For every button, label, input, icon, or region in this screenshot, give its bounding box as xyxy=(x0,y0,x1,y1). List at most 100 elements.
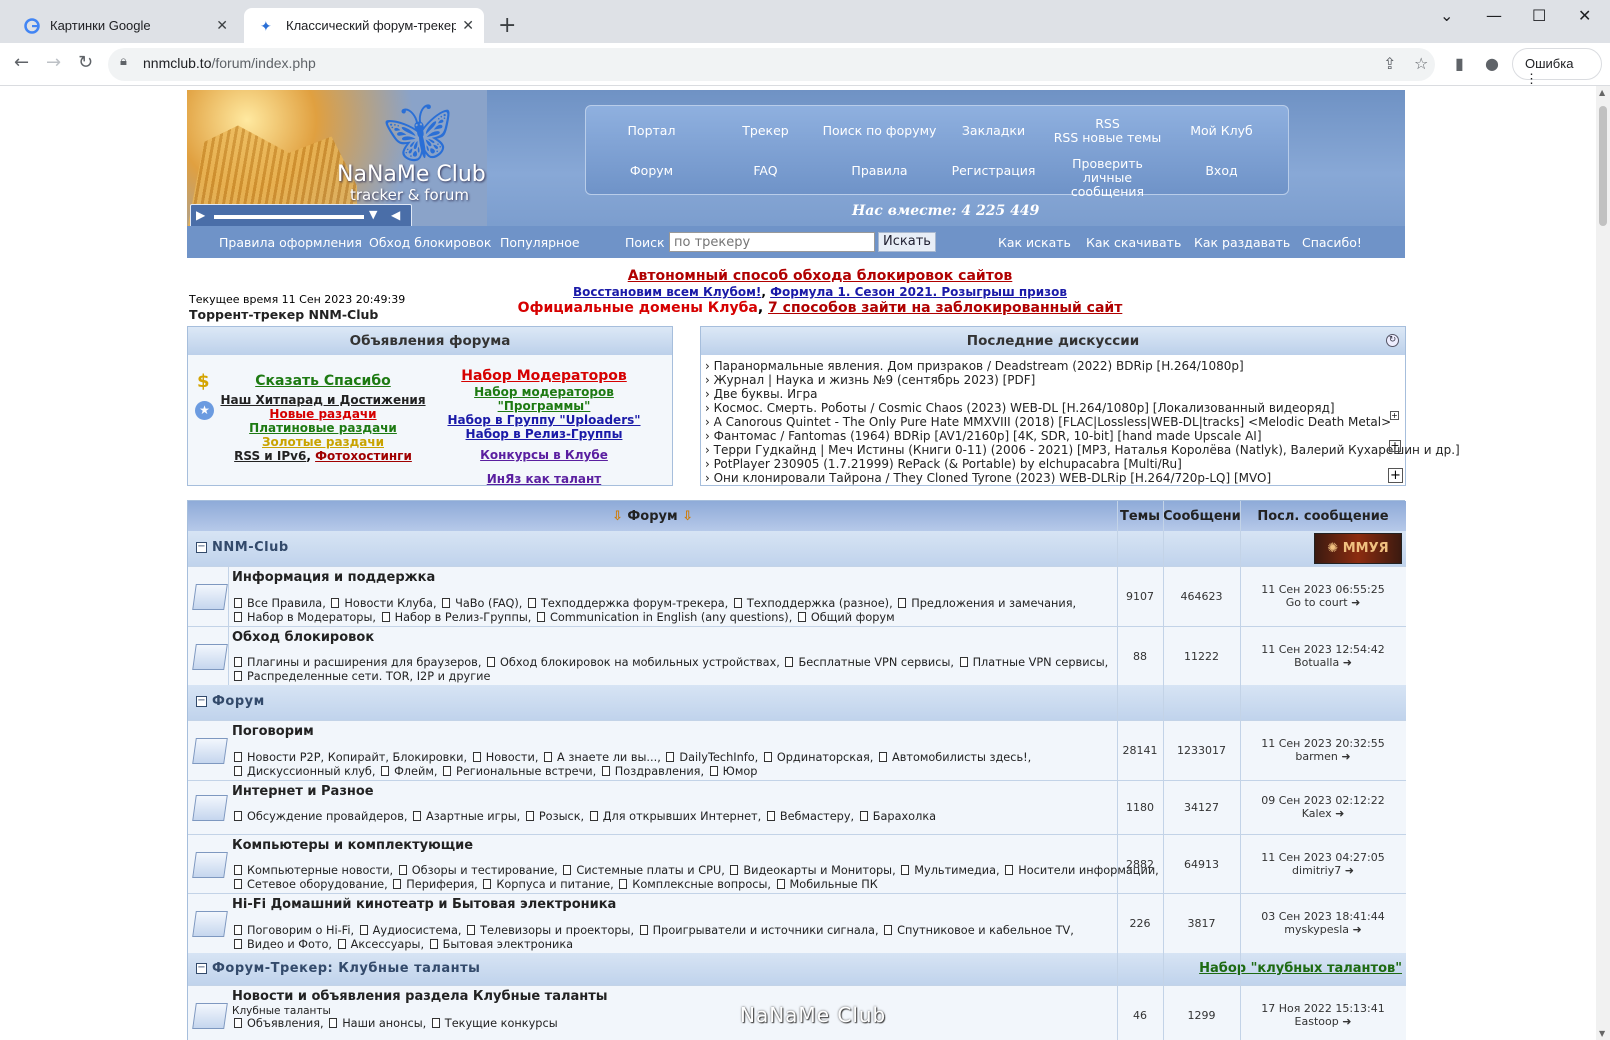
official-domains-link[interactable]: Официальные домены Клуба xyxy=(518,300,758,316)
menu-my-club[interactable]: Мой Клуб xyxy=(1164,124,1279,138)
last-post-user[interactable]: Eastoop xyxy=(1295,1015,1339,1028)
subforum-link[interactable]: Автомобилисты здесь!, xyxy=(892,751,1031,764)
subforum-link[interactable]: Текущие конкурсы xyxy=(445,1017,558,1030)
subforum-link[interactable]: Мультимедиа, xyxy=(914,864,999,877)
subforum-link[interactable]: Новости P2P, Копирайт, Блокировки, xyxy=(247,751,467,764)
volume-icon[interactable]: ◀ xyxy=(391,208,400,222)
subforum-link[interactable]: Юмор xyxy=(723,765,758,778)
search-button[interactable]: Искать xyxy=(878,232,936,252)
back-icon[interactable]: ← xyxy=(14,52,29,73)
discussion-item[interactable]: › Терри Гудкайнд | Меч Истины (Книги 0-1… xyxy=(705,443,1460,457)
subforum-link[interactable]: Бесплатные VPN сервисы, xyxy=(798,656,954,669)
goto-post-icon[interactable]: ➜ xyxy=(1341,750,1350,763)
close-tab-icon[interactable]: ✕ xyxy=(216,17,228,34)
discussion-item[interactable]: › A Canorous Quintet - The Only Pure Hat… xyxy=(705,415,1391,429)
restore-club-link[interactable]: Восстановим всем Клубом! xyxy=(573,285,761,299)
share-icon[interactable]: ⇪ xyxy=(1383,54,1396,73)
subforum-link[interactable]: Спутниковое и кабельное TV, xyxy=(897,924,1074,937)
subforum-link[interactable]: Техподдержка (разное), xyxy=(747,597,893,610)
subforum-link[interactable]: Корпуса и питание, xyxy=(496,878,613,891)
subforum-link[interactable]: Азартные игры, xyxy=(426,810,520,823)
subforum-link[interactable]: Объявления, xyxy=(247,1017,324,1030)
tab-nnmclub[interactable]: ✦ Классический форум-трекер :: N ✕ xyxy=(244,8,484,43)
programs-moderators-link[interactable]: Набор модераторов "Программы" xyxy=(474,385,614,413)
subforum-link[interactable]: Техподдержка форум-трекера, xyxy=(541,597,728,610)
audio-player[interactable]: ▶ ▼ ◀ xyxy=(190,204,412,228)
subforum-link[interactable]: Обзоры и тестирование, xyxy=(412,864,558,877)
url-text[interactable]: nnmclub.to/forum/index.php xyxy=(143,55,316,71)
link-formatting-rules[interactable]: Правила оформления xyxy=(219,235,362,250)
subforum-link[interactable]: Телевизоры и проекторы, xyxy=(480,924,634,937)
gold-releases-link[interactable]: Золотые раздачи xyxy=(262,435,384,449)
refresh-icon[interactable]: ↻ xyxy=(1386,334,1399,347)
forum-title[interactable]: Поговорим xyxy=(232,724,314,739)
uploaders-link[interactable]: Набор в Группу "Uploaders" xyxy=(447,413,640,427)
subforum-link[interactable]: Поздравления, xyxy=(615,765,704,778)
goto-post-icon[interactable]: ➜ xyxy=(1335,807,1344,820)
discussion-item[interactable]: › Две буквы. Игра xyxy=(705,387,817,401)
tab-search-icon[interactable]: ⌄ xyxy=(1440,6,1453,25)
menu-portal[interactable]: Портал xyxy=(594,124,709,138)
minimize-icon[interactable]: — xyxy=(1486,6,1502,25)
goto-post-icon[interactable]: ➜ xyxy=(1342,1015,1351,1028)
talents-recruit-link[interactable]: Набор "клубных талантов" xyxy=(1199,961,1402,976)
forward-icon[interactable]: → xyxy=(46,52,61,73)
collapse-icon[interactable]: − xyxy=(196,696,207,707)
hitparade-link[interactable]: Наш Хитпарад и Достижения xyxy=(220,393,425,407)
languages-talent-link[interactable]: ИнЯз как талант xyxy=(487,472,601,486)
bookmark-star-icon[interactable]: ☆ xyxy=(1414,54,1428,73)
link-how-download[interactable]: Как скачивать xyxy=(1086,235,1181,250)
reload-icon[interactable]: ↻ xyxy=(78,52,93,73)
subforum-link[interactable]: Розыск, xyxy=(539,810,584,823)
subforum-link[interactable]: Все Правила, xyxy=(247,597,326,610)
category-title[interactable]: Форум xyxy=(212,694,265,709)
discussion-item[interactable]: › Космос. Смерть. Роботы / Cosmic Chaos … xyxy=(705,401,1335,415)
goto-post-icon[interactable]: ➜ xyxy=(1351,596,1360,609)
menu-tracker[interactable]: Трекер xyxy=(708,124,823,138)
menu-forum[interactable]: Форум xyxy=(594,164,709,178)
discussion-item[interactable]: › Журнал | Наука и жизнь №9 (сентябрь 20… xyxy=(705,373,1035,387)
subforum-link[interactable]: Аудиосистема, xyxy=(373,924,462,937)
maximize-icon[interactable]: ☐ xyxy=(1532,6,1546,25)
subforum-link[interactable]: А знаете ли вы..., xyxy=(557,751,661,764)
subforum-link[interactable]: Обсуждение провайдеров, xyxy=(247,810,407,823)
scroll-down-icon[interactable]: ▼ xyxy=(1599,1029,1605,1038)
expand-icon[interactable]: + xyxy=(1390,411,1399,420)
menu-forum-search[interactable]: Поиск по форуму xyxy=(822,124,937,138)
forum-title[interactable]: Компьютеры и комплектующие xyxy=(232,838,473,853)
subforum-link[interactable]: DailyTechInfo, xyxy=(679,751,758,764)
link-bypass-blocks[interactable]: Обход блокировок xyxy=(369,235,491,250)
forum-title[interactable]: Интернет и Разное xyxy=(232,784,374,799)
menu-rules[interactable]: Правила xyxy=(822,164,937,178)
category-club-talents[interactable]: − Форум-Трекер: Клубные таланты Набор "к… xyxy=(188,953,1406,985)
formula1-link[interactable]: Формула 1. Сезон 2021. Розыгрыш призов xyxy=(770,285,1067,299)
forum-title[interactable]: Информация и поддержка xyxy=(232,570,435,585)
menu-bookmarks[interactable]: Закладки xyxy=(936,124,1051,138)
last-post-user[interactable]: Go to court xyxy=(1286,596,1348,609)
lock-icon[interactable]: 🔒︎ xyxy=(120,54,127,69)
tab-google-images[interactable]: Картинки Google ✕ xyxy=(8,8,238,43)
discussion-item[interactable]: › Они клонировали Тайрона / They Cloned … xyxy=(705,471,1271,485)
subforum-link[interactable]: Региональные встречи, xyxy=(456,765,596,778)
forum-title[interactable]: Hi-Fi Домашний кинотеатр и Бытовая элект… xyxy=(232,897,616,912)
player-progress[interactable] xyxy=(214,215,364,219)
subforum-link[interactable]: Плагины и расширения для браузеров, xyxy=(247,656,481,669)
playlist-dropdown-icon[interactable]: ▼ xyxy=(369,208,377,221)
forum-row[interactable]: Hi-Fi Домашний кинотеатр и Бытовая элект… xyxy=(188,893,1406,953)
subforum-link[interactable]: ЧаВо (FAQ), xyxy=(455,597,522,610)
error-button[interactable]: Ошибка ⋮ xyxy=(1512,48,1602,86)
subforum-link[interactable]: Наши анонсы, xyxy=(342,1017,426,1030)
forum-row[interactable]: Обход блокировок Плагины и расширения дл… xyxy=(188,626,1406,685)
subforum-link[interactable]: Новости Клуба, xyxy=(344,597,436,610)
close-tab-icon[interactable]: ✕ xyxy=(462,17,474,34)
subforum-link[interactable]: Набор в Модераторы, xyxy=(247,611,376,624)
link-how-search[interactable]: Как искать xyxy=(998,235,1071,250)
subforum-link[interactable]: Аксессуары, xyxy=(351,938,424,951)
subforum-link[interactable]: Комплексные вопросы, xyxy=(632,878,771,891)
category-nnm-club[interactable]: − NNM-Club ✺ ММУЯ xyxy=(188,531,1406,566)
subforum-link[interactable]: Поговорим о Hi-Fi, xyxy=(247,924,354,937)
discussion-item[interactable]: › PotPlayer 230905 (1.7.21999) RePack (&… xyxy=(705,457,1182,471)
link-thanks[interactable]: Спасибо! xyxy=(1302,235,1362,250)
collapse-icon[interactable]: − xyxy=(196,963,207,974)
link-popular[interactable]: Популярное xyxy=(500,235,580,250)
